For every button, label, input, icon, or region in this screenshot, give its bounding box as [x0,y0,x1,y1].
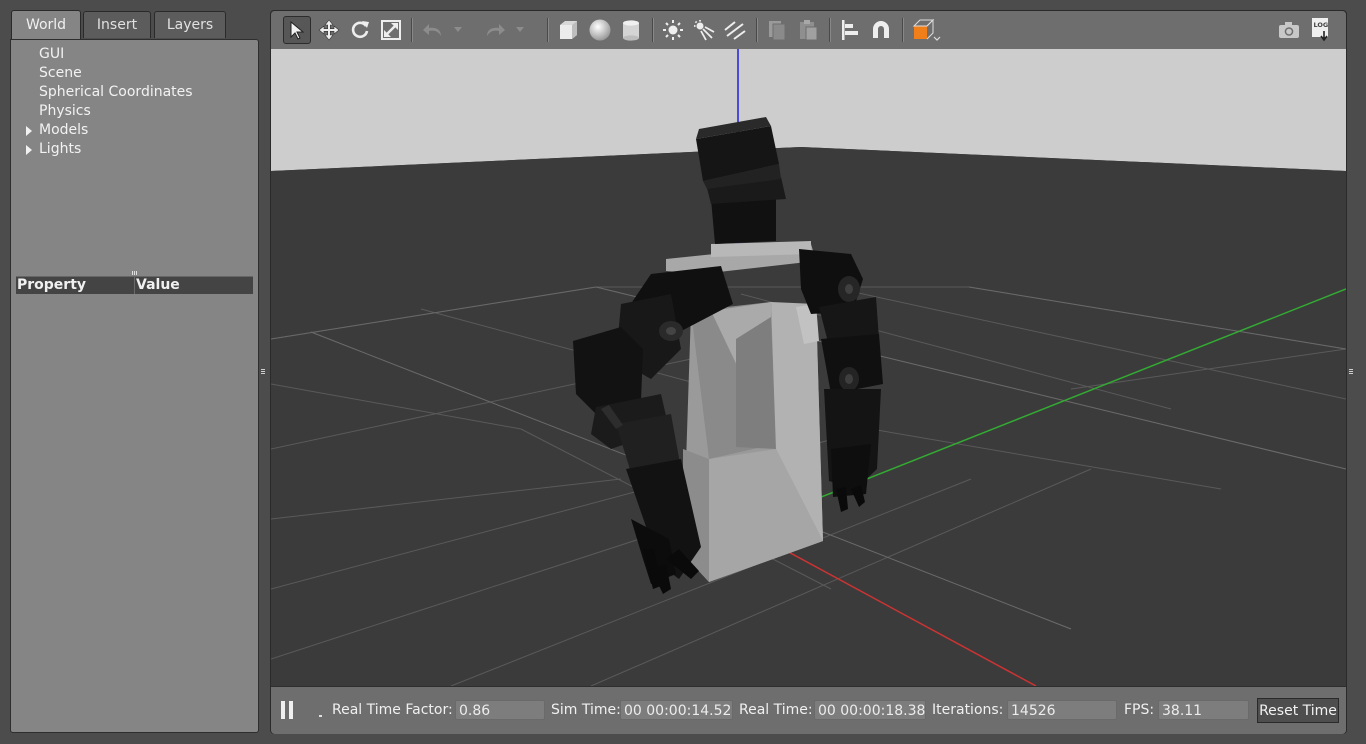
tree-item-physics[interactable]: Physics [39,103,91,121]
real-time-factor-label: Real Time Factor: [332,702,453,718]
fps-label: FPS: [1124,702,1155,718]
insert-directional-light-button[interactable] [721,16,749,44]
select-mode-button[interactable] [283,16,311,44]
screenshot-icon [1279,22,1299,38]
insert-point-light-button[interactable] [659,16,687,44]
copy-button[interactable] [763,16,791,44]
tree-item-label: Models [39,122,89,138]
tree-item-label: GUI [39,46,65,62]
tree-item-label: Scene [39,65,82,81]
world-tree-panel: GUI Scene Spherical Coordinates Physics … [10,39,259,733]
expand-arrow-icon[interactable] [26,126,32,136]
align-button[interactable] [836,16,864,44]
tab-layers[interactable]: Layers [154,11,226,38]
log-icon-label: LOG [1314,21,1329,29]
main-render-area: LOG Real Time Factor: 0.86 Sim Time: 00 … [270,10,1347,734]
tree-item-models[interactable]: Models [26,122,89,140]
undo-history-icon [454,27,462,32]
tree-item-spherical-coordinates[interactable]: Spherical Coordinates [39,84,193,102]
tree-item-lights[interactable]: Lights [26,141,82,159]
step-icon[interactable] [319,715,322,717]
left-splitter-handle[interactable] [261,368,265,376]
paste-button[interactable] [794,16,822,44]
tree-item-label: Spherical Coordinates [39,84,193,100]
iterations-label: Iterations: [932,702,1004,718]
status-bar: Real Time Factor: 0.86 Sim Time: 00 00:0… [271,686,1346,734]
property-column-header[interactable]: Property [17,277,86,294]
tab-world[interactable]: World [11,10,81,39]
insert-cylinder-button[interactable] [617,16,645,44]
cylinder-icon [623,20,639,41]
redo-history-button[interactable] [513,16,527,44]
scale-icon [381,20,401,40]
panel-splitter-grip[interactable] [131,271,139,275]
point-light-icon [663,20,683,40]
scene-render [271,49,1346,686]
real-time-factor-field: 0.86 [455,700,545,720]
screenshot-button[interactable] [1275,16,1303,44]
insert-spot-light-button[interactable] [690,16,718,44]
rotate-mode-button[interactable] [346,16,374,44]
tab-insert[interactable]: Insert [83,11,151,38]
directional-light-icon [724,21,746,40]
undo-icon [423,24,441,36]
translate-icon [318,19,340,41]
select-arrow-icon [290,20,305,40]
fps-field: 38.11 [1158,700,1249,720]
scale-mode-button[interactable] [377,16,405,44]
log-icon: LOG [1312,18,1329,42]
value-column-header[interactable]: Value [136,277,180,294]
real-time-field: 00 00:00:18.381 [814,700,926,720]
toolbar: LOG [271,11,1346,50]
pause-icon[interactable] [281,701,295,719]
snap-button[interactable] [867,16,895,44]
spot-light-icon [694,20,715,41]
expand-arrow-icon[interactable] [26,145,32,155]
sim-time-field: 00 00:00:14.526 [620,700,733,720]
tree-item-label: Lights [39,141,82,157]
view-angle-button[interactable] [909,16,943,44]
real-time-label: Real Time: [739,702,813,718]
translate-mode-button[interactable] [315,16,343,44]
redo-button[interactable] [481,16,509,44]
log-button[interactable]: LOG [1307,16,1335,44]
insert-box-button[interactable] [554,16,582,44]
undo-history-button[interactable] [451,16,465,44]
sphere-icon [589,19,611,41]
redo-history-icon [516,27,524,32]
tree-item-scene[interactable]: Scene [39,65,82,83]
insert-sphere-button[interactable] [586,16,614,44]
3d-viewport[interactable] [271,49,1346,686]
iterations-field: 14526 [1007,700,1117,720]
box-icon [560,21,577,39]
snap-icon [873,21,889,38]
paste-icon [800,20,818,41]
sim-time-label: Sim Time: [551,702,621,718]
tree-item-gui[interactable]: GUI [39,46,64,64]
redo-icon [487,24,505,36]
reset-time-button[interactable]: Reset Time [1257,698,1339,723]
right-splitter-handle[interactable] [1349,368,1353,376]
align-icon [842,20,858,40]
rotate-icon [351,21,369,39]
undo-button[interactable] [419,16,447,44]
view-angle-icon [912,18,941,41]
copy-icon [769,21,786,41]
tree-item-label: Physics [39,103,91,119]
left-panel: World Insert Layers GUI Scene Spherical … [0,0,266,744]
property-table-header: Property Value [16,276,253,294]
